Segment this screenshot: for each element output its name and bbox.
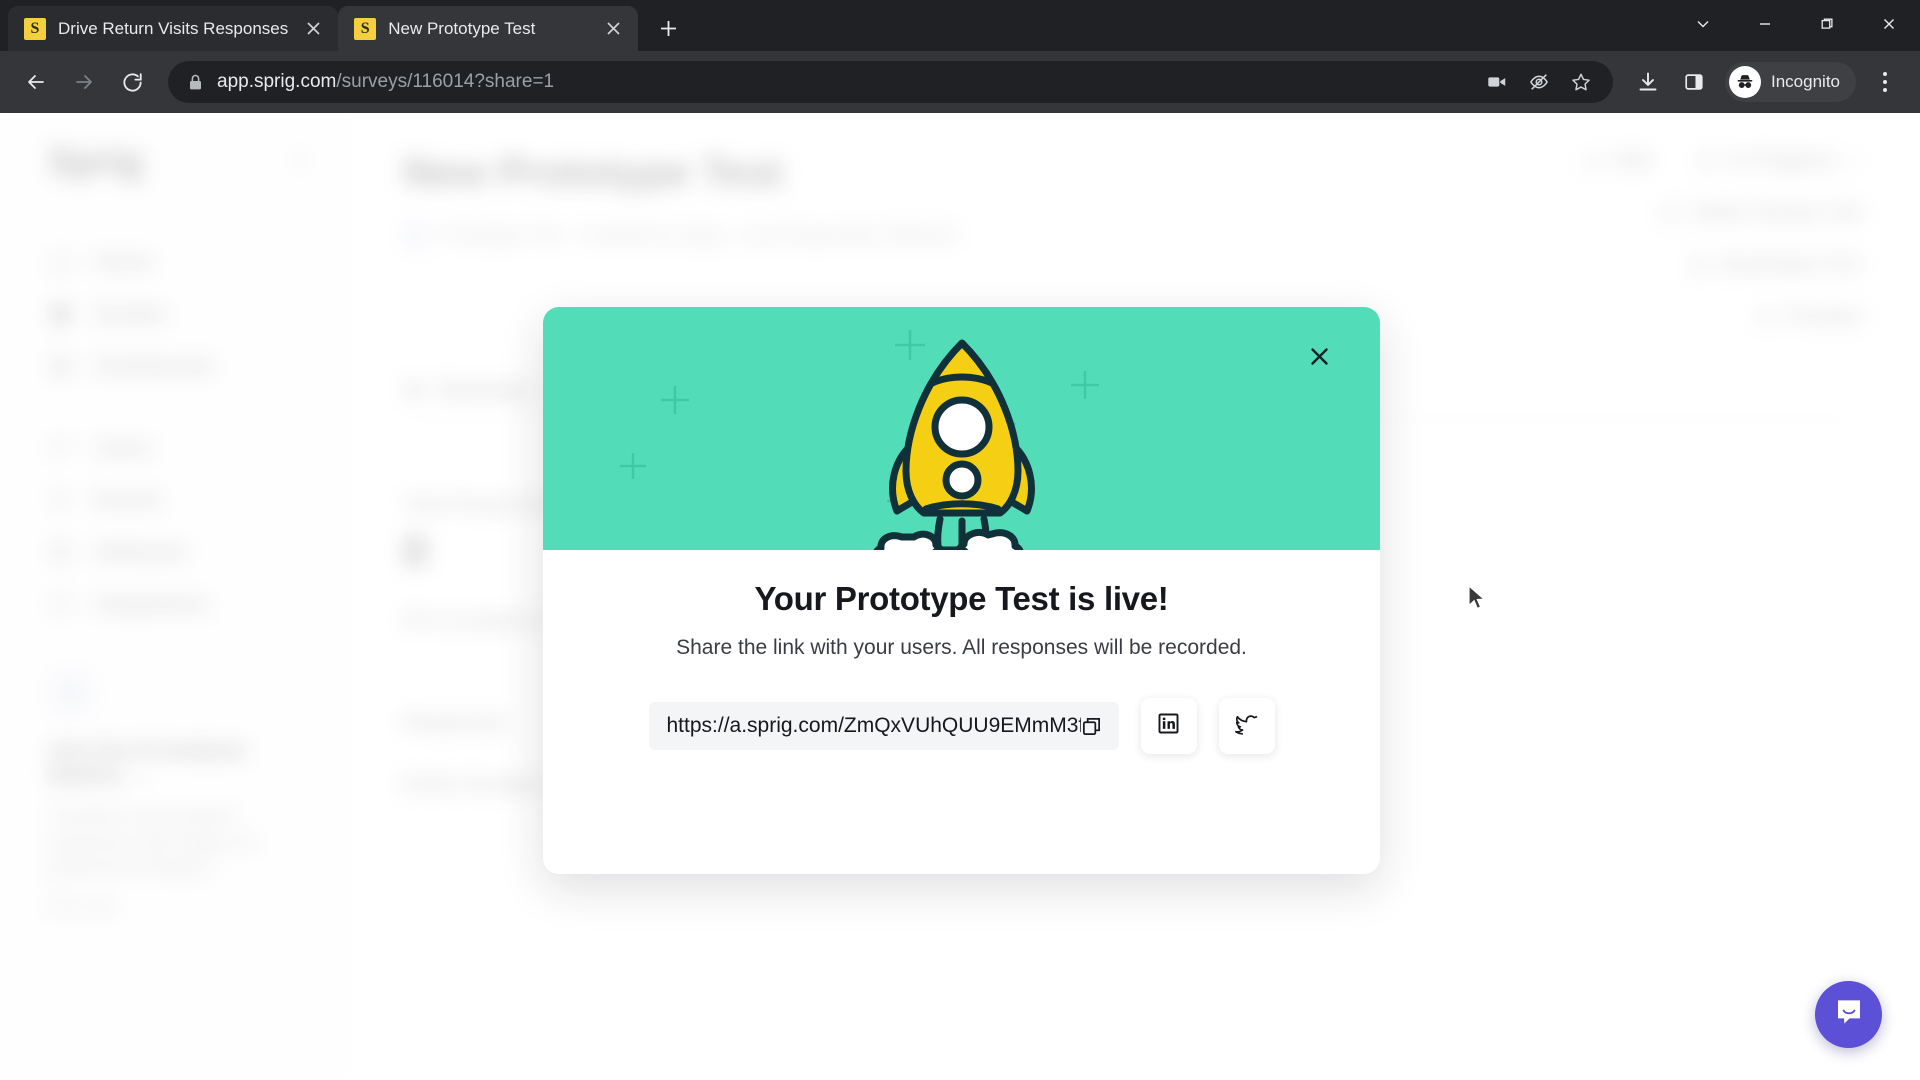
browser-tab-1[interactable]: S Drive Return Visits Responses	[8, 6, 339, 51]
tab-favicon: S	[354, 17, 377, 40]
url-path: /surveys/116014?share=1	[336, 71, 555, 92]
video-camera-icon[interactable]	[1479, 64, 1515, 100]
page-viewport: Sprig Home Studies Dashboards Users Even…	[0, 113, 1920, 1080]
twitter-icon	[1234, 711, 1260, 742]
tab-title: New Prototype Test	[388, 18, 536, 38]
chat-bubble-icon	[1832, 995, 1866, 1034]
browser-window: S Drive Return Visits Responses S New Pr…	[0, 0, 1920, 1080]
linkedin-icon	[1157, 712, 1180, 740]
share-linkedin-button[interactable]	[1140, 698, 1197, 754]
chevron-down-icon[interactable]	[1672, 0, 1734, 48]
omnibox-actions	[1479, 64, 1599, 100]
side-panel-icon[interactable]	[1673, 61, 1715, 103]
copy-icon[interactable]	[1081, 716, 1102, 737]
new-tab-button[interactable]	[648, 8, 688, 48]
bookmark-star-icon[interactable]	[1563, 64, 1599, 100]
rocket-illustration	[873, 339, 1035, 550]
sparkle-icon	[616, 449, 650, 488]
address-bar[interactable]: app.sprig.com/surveys/116014?share=1	[168, 61, 1613, 103]
url-domain: app.sprig.com	[217, 71, 337, 92]
eye-off-icon[interactable]	[1521, 64, 1557, 100]
modal-title: Your Prototype Test is live!	[754, 580, 1169, 617]
share-link-modal: Your Prototype Test is live! Share the l…	[543, 307, 1380, 874]
incognito-avatar-icon	[1729, 66, 1761, 98]
download-icon[interactable]	[1627, 61, 1669, 103]
close-icon[interactable]	[1858, 0, 1920, 48]
modal-hero	[543, 307, 1380, 550]
tab-strip: S Drive Return Visits Responses S New Pr…	[0, 0, 1920, 51]
forward-icon[interactable]	[62, 60, 106, 104]
modal-body: Your Prototype Test is live! Share the l…	[543, 550, 1380, 754]
profile-chip[interactable]: Incognito	[1725, 62, 1856, 102]
reload-icon[interactable]	[110, 60, 154, 104]
sparkle-icon	[656, 381, 694, 424]
share-row: https://a.sprig.com/ZmQxVUhQUU9EMmM3fnN…	[583, 698, 1340, 754]
share-twitter-button[interactable]	[1218, 698, 1275, 754]
browser-tab-2[interactable]: S New Prototype Test	[338, 6, 639, 51]
sparkle-icon	[1067, 367, 1103, 408]
maximize-icon[interactable]	[1796, 0, 1858, 48]
browser-toolbar: app.sprig.com/surveys/116014?share=1 Inc…	[0, 51, 1920, 113]
back-icon[interactable]	[14, 60, 58, 104]
modal-subtitle: Share the link with your users. All resp…	[676, 636, 1247, 659]
lock-icon	[188, 74, 203, 91]
tab-close-button[interactable]	[600, 16, 626, 42]
tab-favicon: S	[24, 17, 46, 40]
share-link-value: https://a.sprig.com/ZmQxVUhQUU9EMmM3fnN…	[666, 714, 1081, 737]
kebab-menu-icon[interactable]	[1864, 60, 1906, 104]
minimize-icon[interactable]	[1734, 0, 1796, 48]
tab-title: Drive Return Visits Responses	[58, 18, 289, 38]
window-controls	[1672, 0, 1920, 48]
tab-close-button[interactable]	[300, 16, 326, 42]
url-text: app.sprig.com/surveys/116014?share=1	[217, 71, 1465, 93]
modal-close-button[interactable]	[1300, 337, 1338, 375]
intercom-launcher-button[interactable]	[1815, 981, 1882, 1048]
profile-label: Incognito	[1771, 72, 1840, 91]
share-link-field[interactable]: https://a.sprig.com/ZmQxVUhQUU9EMmM3fnN…	[648, 702, 1119, 750]
